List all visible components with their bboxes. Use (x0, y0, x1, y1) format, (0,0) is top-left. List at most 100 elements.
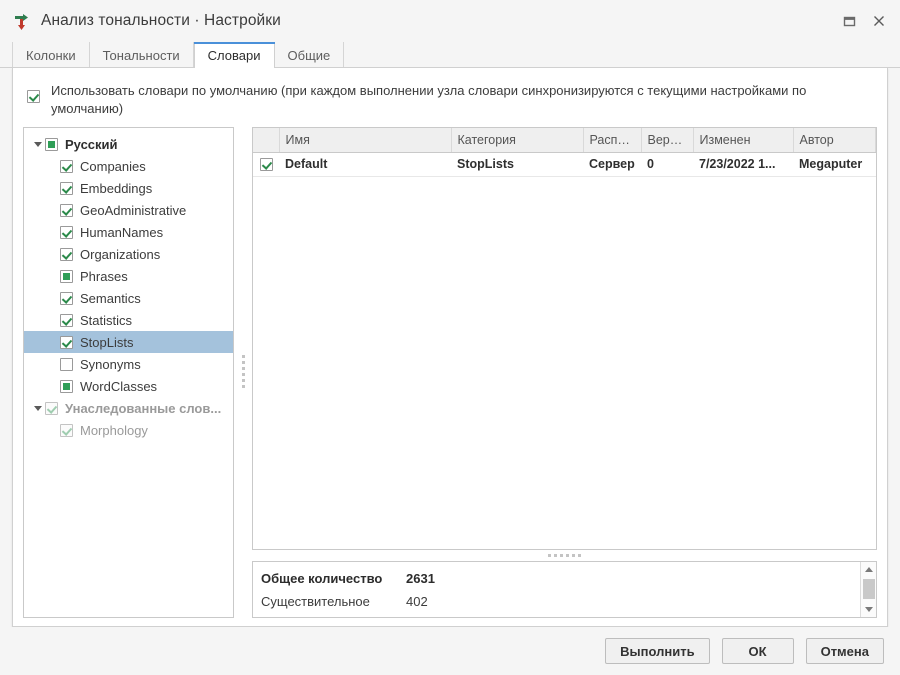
dictionaries-body: Русский Companies Embeddings GeoAdministrat… (23, 127, 877, 618)
tree-node[interactable]: StopLists (24, 331, 233, 353)
tree-node[interactable]: Semantics (24, 287, 233, 309)
chevron-down-icon[interactable] (30, 142, 45, 147)
tree-node[interactable]: HumanNames (24, 221, 233, 243)
tree-node[interactable]: Унаследованные слов... (24, 397, 233, 419)
dialog-footer: Выполнить ОК Отмена (0, 627, 900, 675)
tree-node-label: Embeddings (80, 180, 153, 196)
button-label: ОК (748, 643, 767, 659)
use-default-dictionaries-checkbox[interactable] (27, 90, 40, 103)
column-header-name[interactable]: Имя (279, 128, 452, 153)
tree-node-label: Organizations (80, 246, 161, 262)
table-empty-area[interactable] (253, 176, 876, 549)
scroll-down-icon[interactable] (861, 602, 877, 617)
cell-author: Megaputer (793, 152, 876, 177)
use-default-dictionaries-label: Использовать словари по умолчанию (при к… (51, 83, 807, 116)
window-title: Анализ тональности · Настройки (41, 12, 281, 29)
row-select-cell[interactable] (253, 152, 279, 177)
vertical-splitter[interactable] (234, 127, 252, 618)
tab-obschie[interactable]: Общие (275, 42, 345, 68)
cell-location: Сервер (583, 152, 641, 177)
ok-button[interactable]: ОК (721, 638, 794, 664)
tab-label: Общие (287, 47, 331, 63)
tree-node[interactable]: Embeddings (24, 177, 233, 199)
close-icon[interactable] (864, 7, 894, 35)
tree-node-checkbox (60, 423, 73, 437)
tree-node-label: WordClasses (80, 378, 158, 394)
tree-node-label: Statistics (80, 312, 133, 328)
tree-node[interactable]: Organizations (24, 243, 233, 265)
cell-version: 0 (641, 152, 693, 177)
tree-node[interactable]: Statistics (24, 309, 233, 331)
tab-slovari[interactable]: Словари (193, 42, 275, 69)
column-header-category[interactable]: Категория (451, 128, 584, 153)
cell-category: StopLists (451, 152, 583, 177)
right-pane: Имя Категория Распо... Версия Изменен Автор D… (252, 127, 877, 618)
tree-node[interactable]: Synonyms (24, 353, 233, 375)
dictionary-tree[interactable]: Русский Companies Embeddings GeoAdministrat… (23, 127, 234, 618)
tree-node-label: Companies (80, 158, 146, 174)
statistics-scrollbar[interactable] (860, 562, 876, 617)
tree-node-checkbox[interactable] (60, 159, 73, 173)
horizontal-splitter[interactable] (252, 550, 877, 561)
tab-label: Словари (207, 47, 261, 63)
settings-dialog: Анализ тональности · Настройки Колонки Т… (0, 0, 900, 675)
tree-node[interactable]: WordClasses (24, 375, 233, 397)
tree-node-checkbox[interactable] (60, 225, 73, 239)
statistic-name: Общее количество (261, 571, 383, 586)
dictionary-table-panel: Имя Категория Распо... Версия Изменен Автор D… (252, 127, 877, 550)
column-header-author[interactable]: Автор (793, 128, 876, 153)
cell-modified: 7/23/2022 1... (693, 152, 793, 177)
tree-node-checkbox[interactable] (60, 291, 73, 305)
button-label: Отмена (820, 643, 869, 659)
tree-node-checkbox[interactable] (60, 357, 73, 371)
row-select-checkbox[interactable] (259, 158, 273, 172)
tab-tonalnosti[interactable]: Тональности (90, 42, 194, 68)
statistic-value: 2631 (406, 571, 435, 586)
tree-node-label: HumanNames (80, 224, 164, 240)
statistic-name: Существительное (261, 594, 370, 609)
tree-node-checkbox[interactable] (60, 203, 73, 217)
tree-node-checkbox[interactable] (60, 335, 73, 349)
tree-node-checkbox (45, 401, 58, 415)
tree-node-label: Synonyms (80, 356, 141, 372)
statistic-row: Общее количество 2631 (261, 567, 860, 590)
scrollbar-thumb[interactable] (862, 579, 875, 599)
table-row[interactable]: Default StopLists Сервер 0 7/23/2022 1... Meg… (253, 152, 876, 177)
dictionary-table: Имя Категория Распо... Версия Изменен Автор D… (253, 128, 876, 177)
tree-node-checkbox[interactable] (60, 379, 73, 393)
statistic-value: 402 (406, 594, 428, 609)
splitter-grip (547, 554, 582, 557)
tree-node-checkbox[interactable] (60, 247, 73, 261)
tab-label: Колонки (26, 47, 76, 63)
tree-node-checkbox[interactable] (60, 313, 73, 327)
statistic-row: Существительное 402 (261, 590, 860, 613)
use-default-dictionaries-row[interactable]: Использовать словари по умолчанию (при к… (23, 78, 877, 127)
tree-node[interactable]: Русский (24, 133, 233, 155)
table-header-row: Имя Категория Распо... Версия Изменен Автор (253, 128, 876, 153)
tree-node-checkbox[interactable] (60, 181, 73, 195)
dictionaries-panel: Использовать словари по умолчанию (при к… (12, 68, 888, 627)
tree-node[interactable]: GeoAdministrative (24, 199, 233, 221)
column-header-select[interactable] (253, 128, 280, 153)
tree-node[interactable]: Morphology (24, 419, 233, 441)
tree-node-label: Semantics (80, 290, 141, 306)
tab-bar: Колонки Тональности Словари Общие (0, 42, 900, 69)
scroll-up-icon[interactable] (861, 562, 877, 577)
chevron-down-icon[interactable] (30, 406, 45, 411)
tree-node-label: Русский (65, 136, 118, 152)
maximize-icon[interactable] (834, 7, 864, 35)
column-header-version[interactable]: Версия (641, 128, 694, 153)
tree-node[interactable]: Companies (24, 155, 233, 177)
tree-node-checkbox[interactable] (60, 269, 73, 283)
statistics-list: Общее количество 2631 Существительное 402 (253, 562, 860, 617)
tab-kolonki[interactable]: Колонки (12, 42, 90, 68)
cancel-button[interactable]: Отмена (805, 638, 884, 664)
tree-node[interactable]: Phrases (24, 265, 233, 287)
tree-node-label: StopLists (80, 334, 134, 350)
sentiment-arrows-icon (14, 12, 32, 30)
tree-node-checkbox[interactable] (45, 137, 58, 151)
execute-button[interactable]: Выполнить (605, 638, 710, 664)
tree-node-label: GeoAdministrative (80, 202, 187, 218)
column-header-location[interactable]: Распо... (583, 128, 642, 153)
column-header-modified[interactable]: Изменен (693, 128, 794, 153)
